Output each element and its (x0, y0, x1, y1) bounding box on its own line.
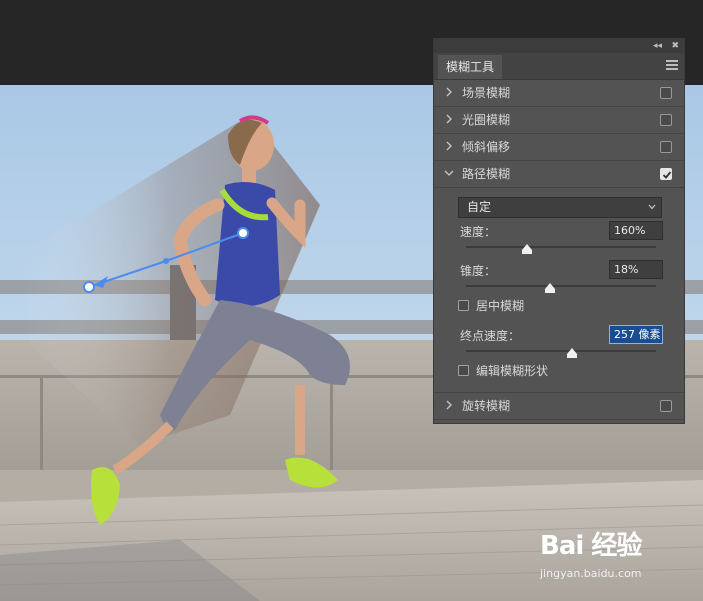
chevron-right-icon (446, 400, 452, 410)
chevron-right-icon (446, 141, 452, 151)
center-blur-checkbox[interactable] (458, 300, 469, 311)
end-speed-slider-handle[interactable] (567, 348, 578, 358)
section-label: 路径模糊 (462, 167, 511, 181)
taper-slider-track[interactable] (466, 285, 656, 287)
field-blur-checkbox[interactable] (660, 87, 672, 99)
preset-select[interactable]: 自定 (458, 197, 662, 218)
section-label: 场景模糊 (462, 86, 511, 100)
path-blur-checkbox[interactable] (660, 168, 672, 180)
taper-slider-handle[interactable] (544, 283, 555, 293)
center-blur-label: 居中模糊 (476, 299, 525, 313)
close-panel-icon[interactable]: ✖ (671, 39, 679, 53)
preset-value: 自定 (467, 200, 492, 214)
edit-blur-shape-checkbox[interactable] (458, 365, 469, 376)
chevron-right-icon (446, 87, 452, 97)
chevron-right-icon (446, 114, 452, 124)
chevron-down-icon (444, 170, 454, 176)
chevron-down-icon (648, 204, 656, 210)
end-speed-slider-track[interactable] (466, 350, 656, 352)
section-tilt-shift[interactable]: 倾斜偏移 (434, 134, 684, 161)
iris-blur-checkbox[interactable] (660, 114, 672, 126)
end-speed-input[interactable]: 257 像素 (609, 325, 663, 344)
speed-slider-track[interactable] (466, 246, 656, 248)
path-blur-settings: 自定 速度： 160% 锥度： 18% 居中模糊 终点速度： 257 像素 编辑… (434, 188, 684, 393)
baidu-jingyan-watermark: Bai 经验 jingyan.baidu.com (540, 525, 700, 587)
tab-blur-tools[interactable]: 模糊工具 (438, 55, 503, 79)
speed-slider-handle[interactable] (521, 244, 532, 254)
tilt-shift-checkbox[interactable] (660, 141, 672, 153)
speed-label: 速度： (460, 225, 497, 239)
section-path-blur[interactable]: 路径模糊 (434, 161, 684, 188)
edit-blur-shape-label: 编辑模糊形状 (476, 364, 549, 378)
section-spin-blur[interactable]: 旋转模糊 (434, 393, 684, 420)
watermark-url: jingyan.baidu.com (540, 567, 642, 580)
taper-input[interactable]: 18% (609, 260, 663, 279)
watermark-brand: Bai 经验 (540, 531, 642, 561)
speed-input[interactable]: 160% (609, 221, 663, 240)
blur-tools-panel: ◂◂ ✖ 模糊工具 场景模糊 光圈模糊 倾斜偏移 路径模糊 自定 速度： 160… (433, 38, 685, 424)
section-iris-blur[interactable]: 光圈模糊 (434, 107, 684, 134)
spin-blur-checkbox[interactable] (660, 400, 672, 412)
section-label: 倾斜偏移 (462, 140, 511, 154)
panel-titlebar: ◂◂ ✖ (434, 39, 684, 53)
panel-tab-row: 模糊工具 (434, 53, 684, 80)
taper-label: 锥度： (460, 264, 497, 278)
section-label: 光圈模糊 (462, 113, 511, 127)
section-label: 旋转模糊 (462, 399, 511, 413)
section-field-blur[interactable]: 场景模糊 (434, 80, 684, 107)
end-speed-label: 终点速度： (460, 329, 521, 343)
panel-menu-icon[interactable] (666, 60, 678, 70)
collapse-panel-icon[interactable]: ◂◂ (653, 39, 662, 53)
checkmark-icon (662, 171, 672, 179)
